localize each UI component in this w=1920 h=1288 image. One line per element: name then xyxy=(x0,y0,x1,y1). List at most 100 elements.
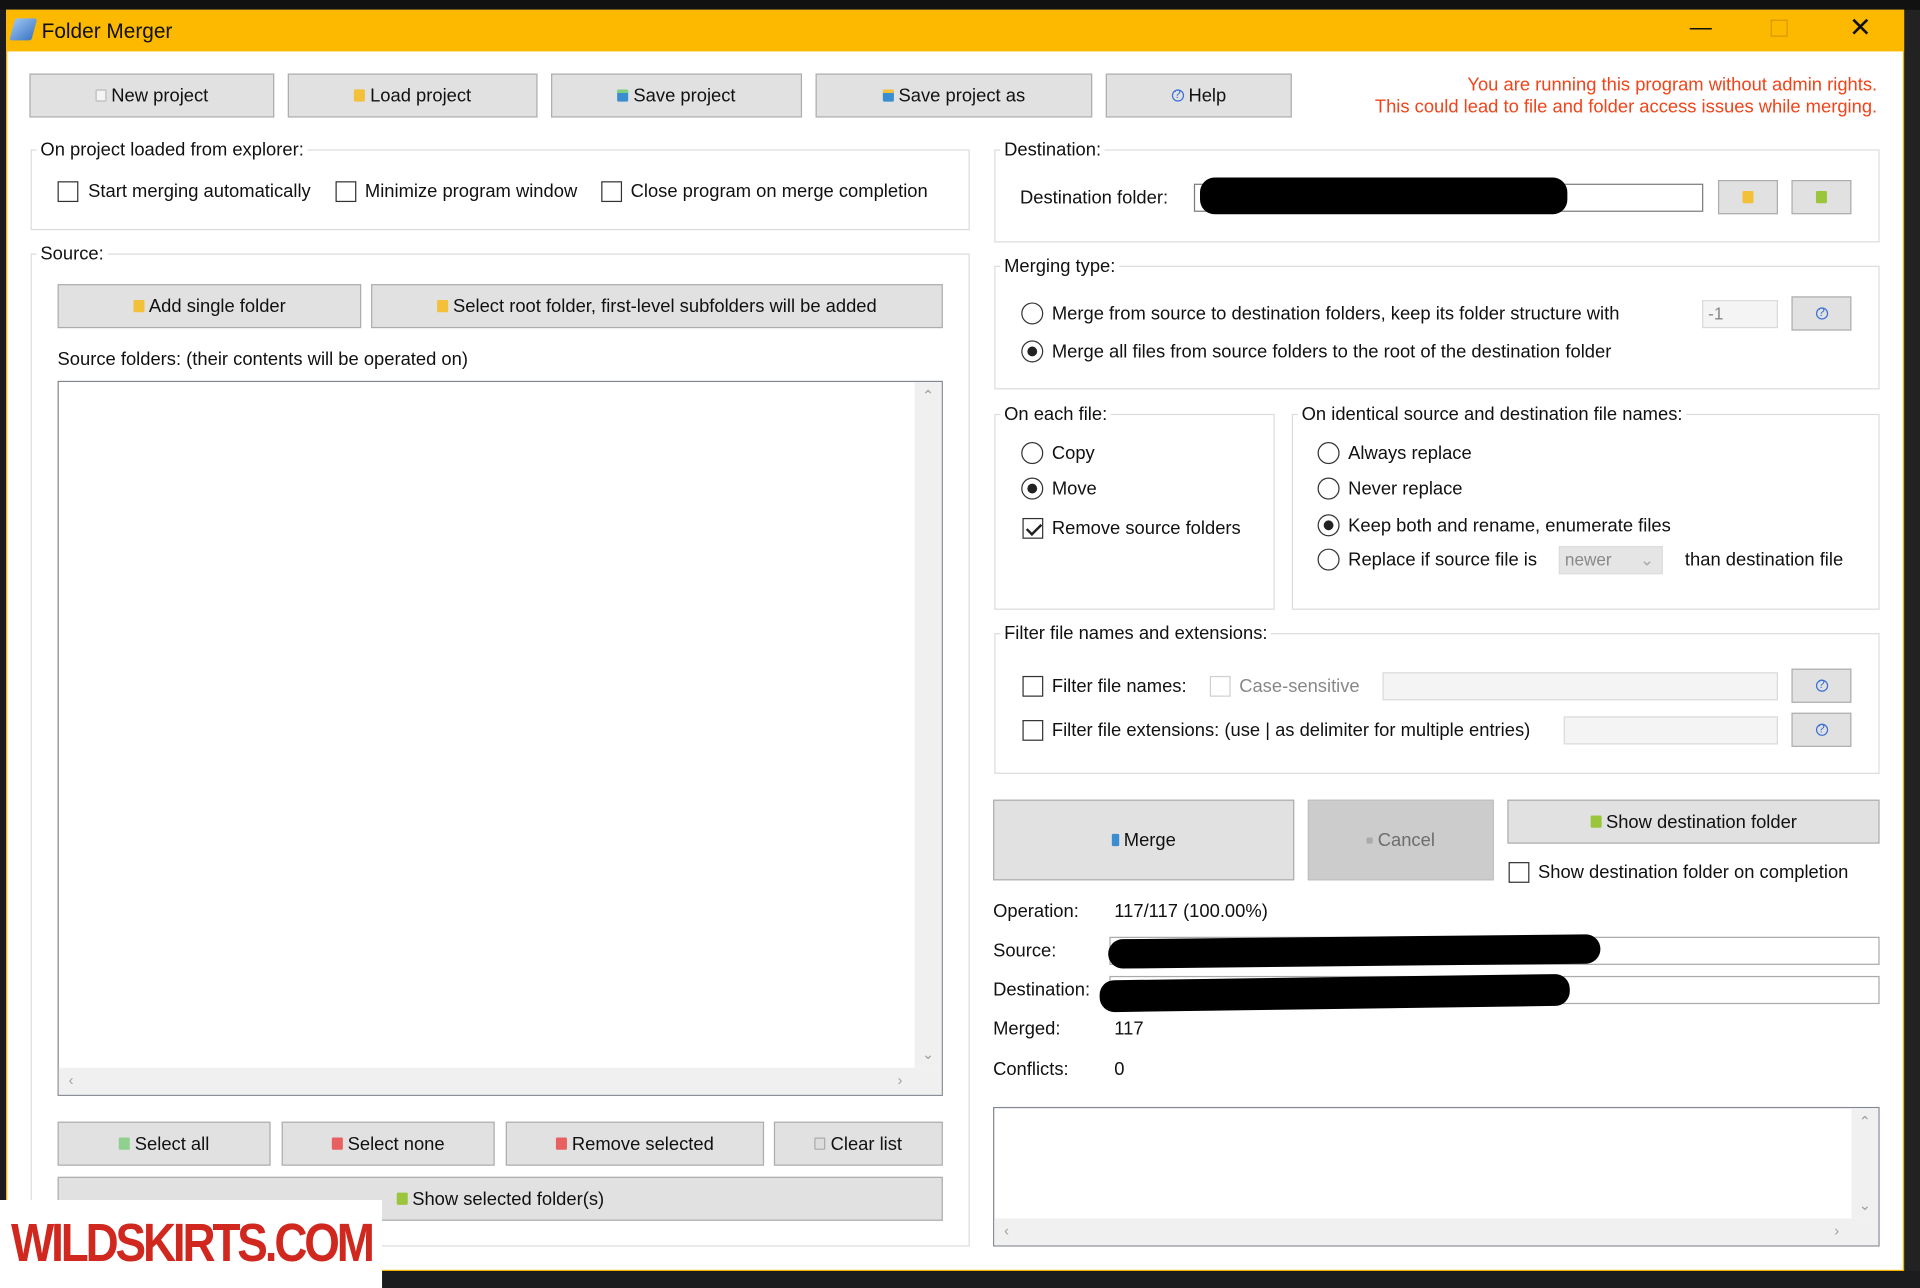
open-destination-button[interactable] xyxy=(1791,180,1852,215)
filter-extensions-label: Filter file extensions: (use | as delimi… xyxy=(1051,720,1531,741)
new-file-icon xyxy=(95,89,107,102)
group-title: On each file: xyxy=(1000,404,1111,425)
select-all-label: Select all xyxy=(134,1133,210,1155)
help-button[interactable]: ? Help xyxy=(1105,73,1292,118)
new-project-button[interactable]: New project xyxy=(29,73,275,118)
start-merging-checkbox[interactable] xyxy=(57,181,79,203)
minimize-window-checkbox[interactable] xyxy=(335,181,357,203)
filter-extensions-checkbox[interactable] xyxy=(1022,720,1044,741)
group-title: Merging type: xyxy=(1000,255,1120,277)
close-program-checkbox[interactable] xyxy=(601,181,623,203)
select-root-folder-button[interactable]: Select root folder, first-level subfolde… xyxy=(371,284,943,329)
clear-list-icon xyxy=(814,1137,826,1150)
group-title: On identical source and destination file… xyxy=(1297,404,1687,425)
cancel-button[interactable]: Cancel xyxy=(1307,799,1494,881)
add-single-folder-button[interactable]: Add single folder xyxy=(57,284,362,329)
select-all-button[interactable]: Select all xyxy=(57,1121,271,1166)
group-title: Filter file names and extensions: xyxy=(1000,623,1272,645)
merged-label: Merged: xyxy=(993,1018,1061,1040)
select-all-icon xyxy=(118,1137,130,1150)
keep-structure-radio[interactable] xyxy=(1021,302,1044,325)
copy-radio[interactable] xyxy=(1021,442,1044,465)
start-merging-label: Start merging automatically xyxy=(88,181,311,203)
help-label: Help xyxy=(1188,85,1227,106)
load-project-button[interactable]: Load project xyxy=(287,73,538,118)
remove-source-folders-checkbox[interactable] xyxy=(1022,517,1044,539)
move-radio[interactable] xyxy=(1021,477,1044,500)
merge-to-root-radio[interactable] xyxy=(1021,340,1044,363)
merge-to-root-label: Merge all files from source folders to t… xyxy=(1051,341,1612,363)
save-icon xyxy=(617,89,629,102)
replace-if-radio[interactable] xyxy=(1317,548,1340,571)
structure-depth-input[interactable]: -1 xyxy=(1702,300,1778,329)
filter-extensions-help-button[interactable]: ? xyxy=(1791,712,1852,747)
merging-type-help-button[interactable]: ? xyxy=(1791,296,1852,331)
merge-button[interactable]: Merge xyxy=(993,799,1295,881)
filter-names-help-button[interactable]: ? xyxy=(1791,668,1852,703)
filter-extensions-input[interactable] xyxy=(1563,716,1778,745)
conflicts-label: Conflicts: xyxy=(993,1059,1069,1081)
admin-warning: You are running this program without adm… xyxy=(1375,75,1877,119)
load-project-label: Load project xyxy=(370,85,472,106)
always-replace-radio[interactable] xyxy=(1317,442,1340,465)
remove-selected-label: Remove selected xyxy=(571,1133,714,1155)
group-title: Destination: xyxy=(1000,139,1105,161)
group-title: Source: xyxy=(36,243,108,265)
redaction xyxy=(1200,177,1568,215)
save-project-as-label: Save project as xyxy=(898,85,1026,106)
show-selected-label: Show selected folder(s) xyxy=(412,1188,605,1210)
minimize-button[interactable]: — xyxy=(1690,15,1712,41)
operation-value: 117/117 (100.00%) xyxy=(1114,901,1268,923)
select-root-folder-label: Select root folder, first-level subfolde… xyxy=(453,295,877,317)
background-bar xyxy=(0,0,1920,10)
watermark-text: WILDSKIRTS.COM xyxy=(10,1213,375,1274)
save-project-as-button[interactable]: Save project as xyxy=(815,73,1093,118)
remove-selected-button[interactable]: Remove selected xyxy=(505,1121,765,1166)
horizontal-scrollbar[interactable]: ‹ › xyxy=(994,1218,1879,1246)
compare-dropdown[interactable]: newer ⌄ xyxy=(1558,546,1663,575)
browse-destination-button[interactable] xyxy=(1717,180,1778,215)
source-folders-list[interactable]: ⌃ ⌄ ‹ › xyxy=(57,380,943,1096)
show-on-completion-checkbox[interactable] xyxy=(1508,862,1530,883)
case-sensitive-checkbox[interactable] xyxy=(1209,675,1231,697)
screen: Folder Merger — ✕ New project Load proje… xyxy=(0,0,1920,1288)
filter-names-input[interactable] xyxy=(1382,672,1778,701)
never-replace-radio[interactable] xyxy=(1317,477,1340,500)
show-destination-folder-button[interactable]: Show destination folder xyxy=(1507,799,1880,844)
keep-both-label: Keep both and rename, enumerate files xyxy=(1348,515,1671,537)
close-program-label: Close program on merge completion xyxy=(630,181,928,203)
folder-open-icon xyxy=(1742,191,1754,204)
keep-both-radio[interactable] xyxy=(1317,514,1340,537)
always-replace-label: Always replace xyxy=(1348,443,1472,465)
warning-line-2: This could lead to file and folder acces… xyxy=(1374,96,1878,118)
select-none-button[interactable]: Select none xyxy=(281,1121,495,1166)
filter-names-checkbox[interactable] xyxy=(1022,675,1044,697)
close-button[interactable]: ✕ xyxy=(1849,12,1872,44)
never-replace-label: Never replace xyxy=(1348,478,1463,500)
filter-group: Filter file names and extensions: xyxy=(994,623,1880,774)
vertical-scrollbar[interactable]: ⌃ ⌄ xyxy=(914,382,942,1068)
background-strip xyxy=(1905,9,1920,1288)
watermark-logo: WILDSKIRTS.COM xyxy=(0,1200,383,1288)
folder-add-icon xyxy=(437,300,449,313)
save-project-label: Save project xyxy=(633,85,736,106)
horizontal-scrollbar[interactable]: ‹ › xyxy=(58,1067,942,1095)
redaction xyxy=(1108,934,1601,969)
remove-source-folders-label: Remove source folders xyxy=(1051,517,1241,539)
title-bar xyxy=(6,9,1905,52)
clear-list-button[interactable]: Clear list xyxy=(773,1121,943,1166)
maximize-button[interactable] xyxy=(1770,19,1788,37)
stop-icon xyxy=(1366,836,1373,844)
select-none-icon xyxy=(331,1137,343,1150)
help-icon: ? xyxy=(1815,679,1828,692)
folder-show-icon xyxy=(1815,191,1827,204)
remove-icon xyxy=(555,1137,568,1150)
save-project-button[interactable]: Save project xyxy=(551,73,803,118)
filter-names-label: Filter file names: xyxy=(1051,675,1187,697)
vertical-scrollbar[interactable]: ⌃ ⌄ xyxy=(1851,1108,1879,1219)
folder-show-icon xyxy=(396,1192,408,1205)
status-destination-label: Destination: xyxy=(993,979,1091,1001)
group-title: On project loaded from explorer: xyxy=(36,139,308,161)
log-textbox[interactable]: ⌃ ⌄ ‹ › xyxy=(993,1106,1880,1247)
merged-value: 117 xyxy=(1114,1018,1144,1040)
